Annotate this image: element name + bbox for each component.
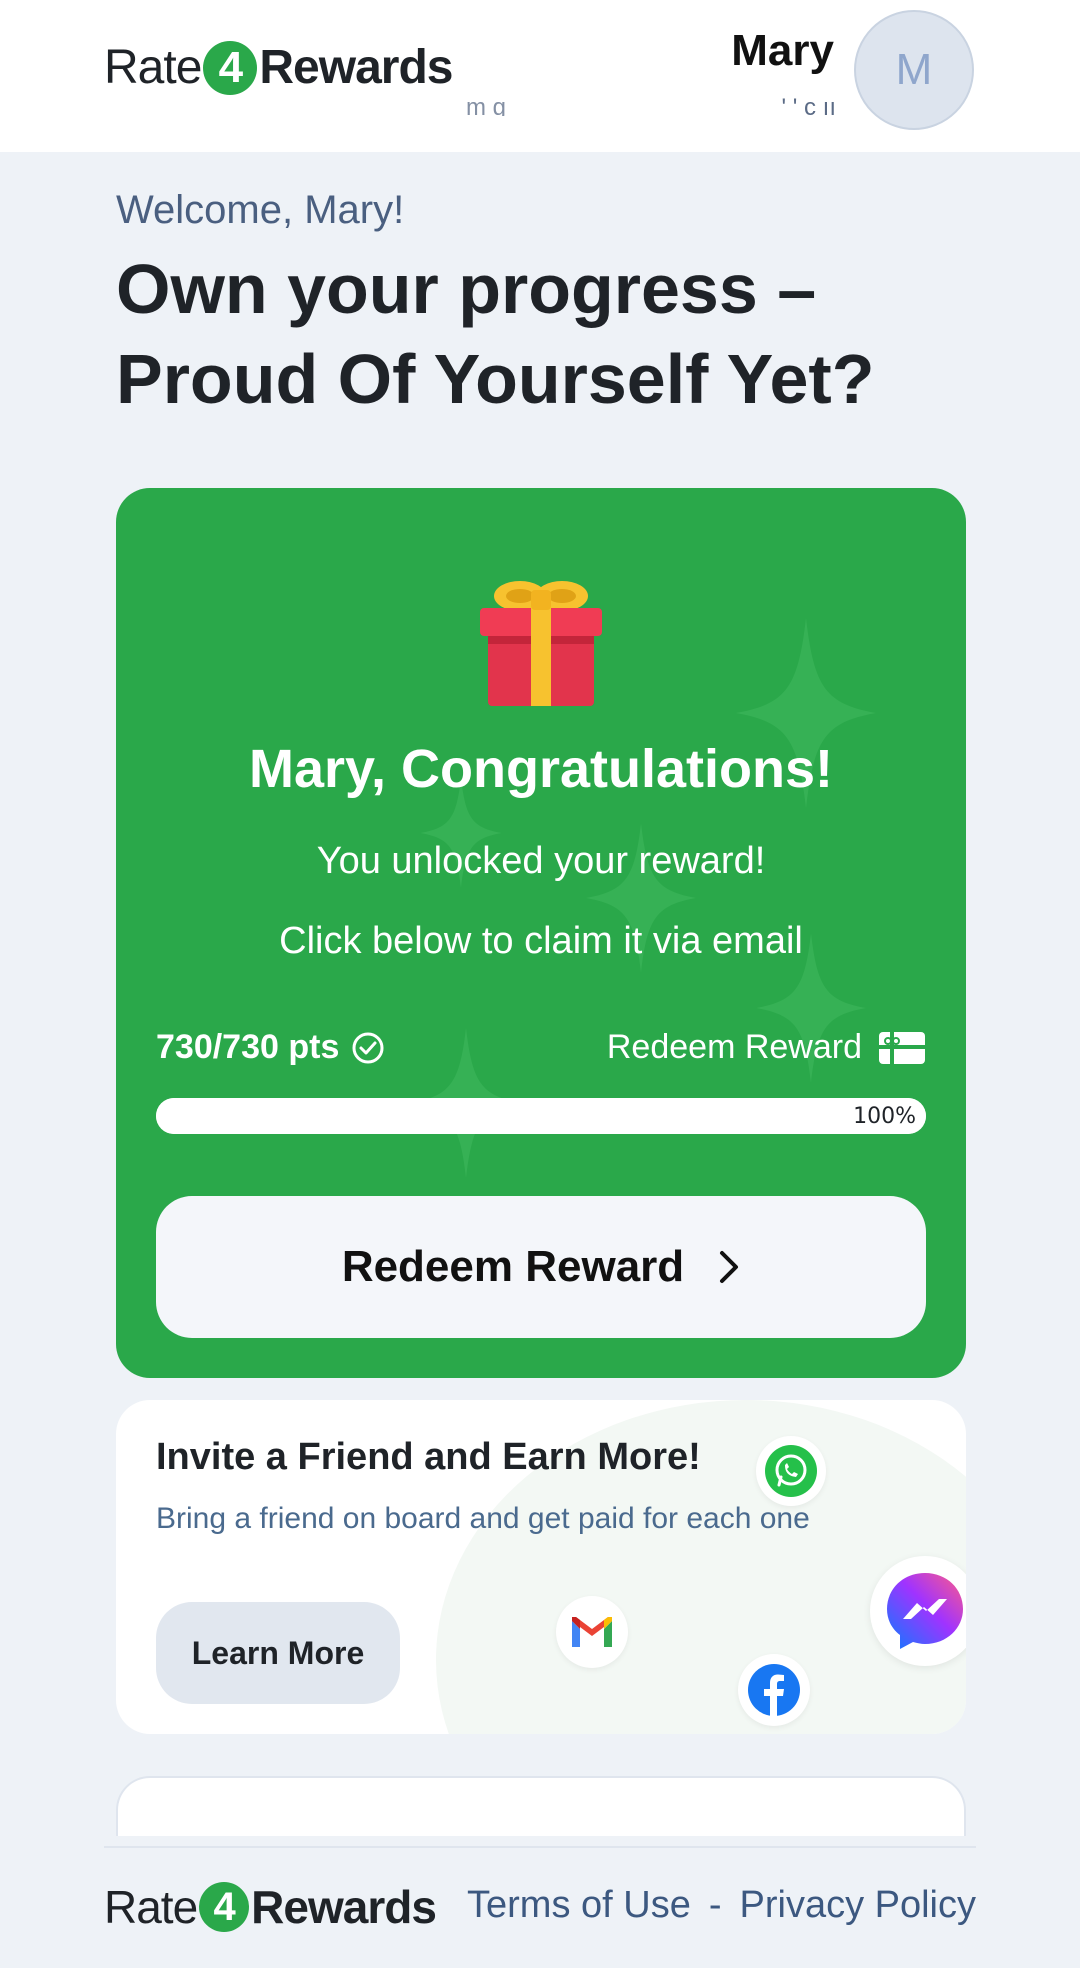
footer-logo[interactable]: Rate 4 Rewards xyxy=(104,1880,437,1934)
footer-links: Terms of Use - Privacy Policy xyxy=(467,1884,976,1927)
gift-card-icon xyxy=(879,1031,925,1064)
facebook-icon[interactable] xyxy=(738,1654,810,1726)
welcome-greeting: Welcome, Mary! xyxy=(116,188,405,232)
progress-bar-fill xyxy=(156,1098,926,1134)
user-subtitle-left: m g xyxy=(466,94,507,116)
logo-rate-text: Rate xyxy=(104,41,202,94)
page-headline: Own your progress – Proud Of Yourself Ye… xyxy=(116,244,976,424)
next-card xyxy=(116,1776,966,1836)
user-subtitle-right: ' ' c ıı xyxy=(781,94,836,116)
privacy-policy-link[interactable]: Privacy Policy xyxy=(740,1884,977,1927)
whatsapp-icon[interactable] xyxy=(756,1436,826,1506)
reward-unlocked-text: You unlocked your reward! xyxy=(316,840,766,882)
reward-card: Mary, Congratulations! You unlocked your… xyxy=(116,488,966,1378)
progress-percent-label: 100% xyxy=(853,1104,916,1129)
footer-separator: - xyxy=(708,1884,722,1926)
terms-of-use-link[interactable]: Terms of Use xyxy=(467,1884,691,1927)
points-status: 730/730 pts xyxy=(156,1028,385,1067)
invite-subtitle: Bring a friend on board and get paid for… xyxy=(156,1502,810,1535)
user-name: Mary xyxy=(731,26,834,75)
messenger-icon[interactable] xyxy=(870,1556,966,1666)
congratulations-title: Mary, Congratulations! xyxy=(248,739,834,799)
headline-line-1: Own your progress – xyxy=(116,250,817,328)
headline-line-2: Proud Of Yourself Yet? xyxy=(116,340,875,418)
redeem-reward-link[interactable]: Redeem Reward xyxy=(607,1028,926,1067)
gift-icon xyxy=(480,581,602,706)
learn-more-button[interactable]: Learn More xyxy=(156,1602,400,1704)
progress-bar: 100% xyxy=(156,1098,926,1134)
footer-logo-rate-text: Rate xyxy=(104,1881,198,1933)
header: Rate 4 Rewards Mary m g ' ' c ıı M xyxy=(0,0,1080,152)
footer-divider xyxy=(104,1846,976,1848)
redeem-reward-button-label: Redeem Reward xyxy=(341,1242,685,1291)
invite-title: Invite a Friend and Earn More! xyxy=(156,1436,701,1478)
claim-instruction-text: Click below to claim it via email xyxy=(279,920,803,962)
redeem-reward-link-label: Redeem Reward xyxy=(606,1028,862,1066)
header-logo[interactable]: Rate 4 Rewards xyxy=(104,40,453,95)
avatar[interactable]: M xyxy=(854,10,974,130)
footer-logo-four-badge: 4 xyxy=(199,1882,250,1932)
redeem-reward-button[interactable]: Redeem Reward xyxy=(156,1196,926,1338)
points-value: 730/730 pts xyxy=(156,1028,340,1066)
invite-friend-card: Invite a Friend and Earn More! Bring a f… xyxy=(116,1400,966,1734)
footer-logo-rewards-text: Rewards xyxy=(251,1881,437,1933)
user-subtitle: m g ' ' c ıı xyxy=(466,94,836,116)
chevron-right-icon xyxy=(720,1251,739,1283)
logo-four-badge: 4 xyxy=(203,40,258,95)
gmail-icon[interactable] xyxy=(556,1596,628,1668)
logo-rewards-text: Rewards xyxy=(259,41,453,94)
check-circle-icon xyxy=(352,1032,384,1063)
